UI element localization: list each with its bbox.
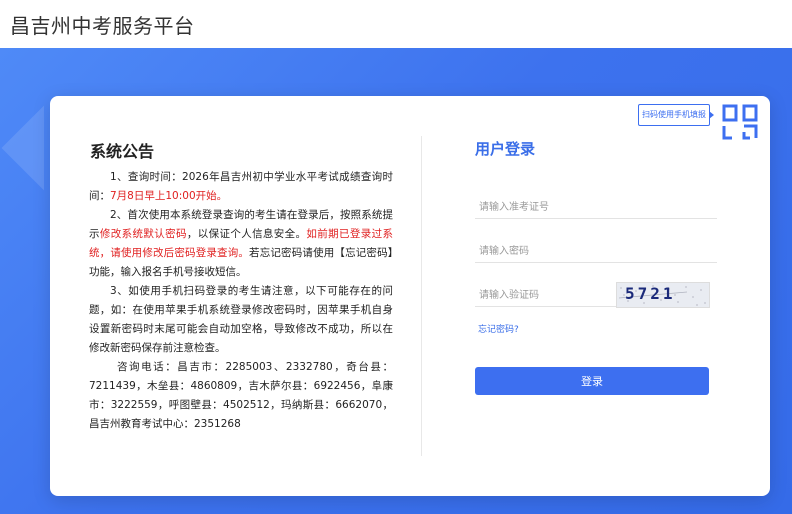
exam-number-input[interactable] xyxy=(475,196,717,219)
top-bar: 昌吉州中考服务平台 xyxy=(0,0,792,48)
password-input[interactable] xyxy=(475,240,717,263)
notice-item-3: 3、如使用手机扫码登录的考生请注意，以下可能存在的问题，如：在使用苹果手机系统登… xyxy=(89,285,393,354)
site-title: 昌吉州中考服务平台 xyxy=(10,14,195,38)
qr-tooltip: 扫码使用手机填报 xyxy=(638,104,714,126)
qr-code-icon xyxy=(722,104,758,140)
notice-item-1: 1、查询时间：2026年昌吉州初中学业水平考试成绩查询时间：7月8日早上10:0… xyxy=(89,168,393,206)
captcha-input[interactable] xyxy=(475,284,616,307)
notice-text: ，以保证个人信息安全。 xyxy=(186,228,307,240)
login-title: 用户登录 xyxy=(475,140,536,158)
main-card: 系统公告 1、查询时间：2026年昌吉州初中学业水平考试成绩查询时间：7月8日早… xyxy=(50,96,770,496)
login-button[interactable]: 登录 xyxy=(475,367,709,395)
notice-body: 1、查询时间：2026年昌吉州初中学业水平考试成绩查询时间：7月8日早上10:0… xyxy=(89,168,393,434)
divider xyxy=(421,136,422,456)
notice-item-2: 2、首次使用本系统登录查询的考生请在登录后，按照系统提示修改系统默认密码，以保证… xyxy=(89,206,393,282)
captcha-image[interactable]: 5721 xyxy=(616,282,710,308)
notice-contact: 咨询电话：昌吉市：2285003、2332780，奇台县：7211439，木垒县… xyxy=(89,361,393,430)
forgot-password-link[interactable]: 忘记密码? xyxy=(478,322,519,335)
notice-highlight: 7月8日早上10:00开始。 xyxy=(110,190,228,202)
notice-highlight: 修改系统默认密码 xyxy=(99,228,187,240)
notice-title: 系统公告 xyxy=(90,142,155,161)
captcha-text: 5721 xyxy=(625,284,676,303)
qr-login-toggle[interactable] xyxy=(710,96,770,156)
